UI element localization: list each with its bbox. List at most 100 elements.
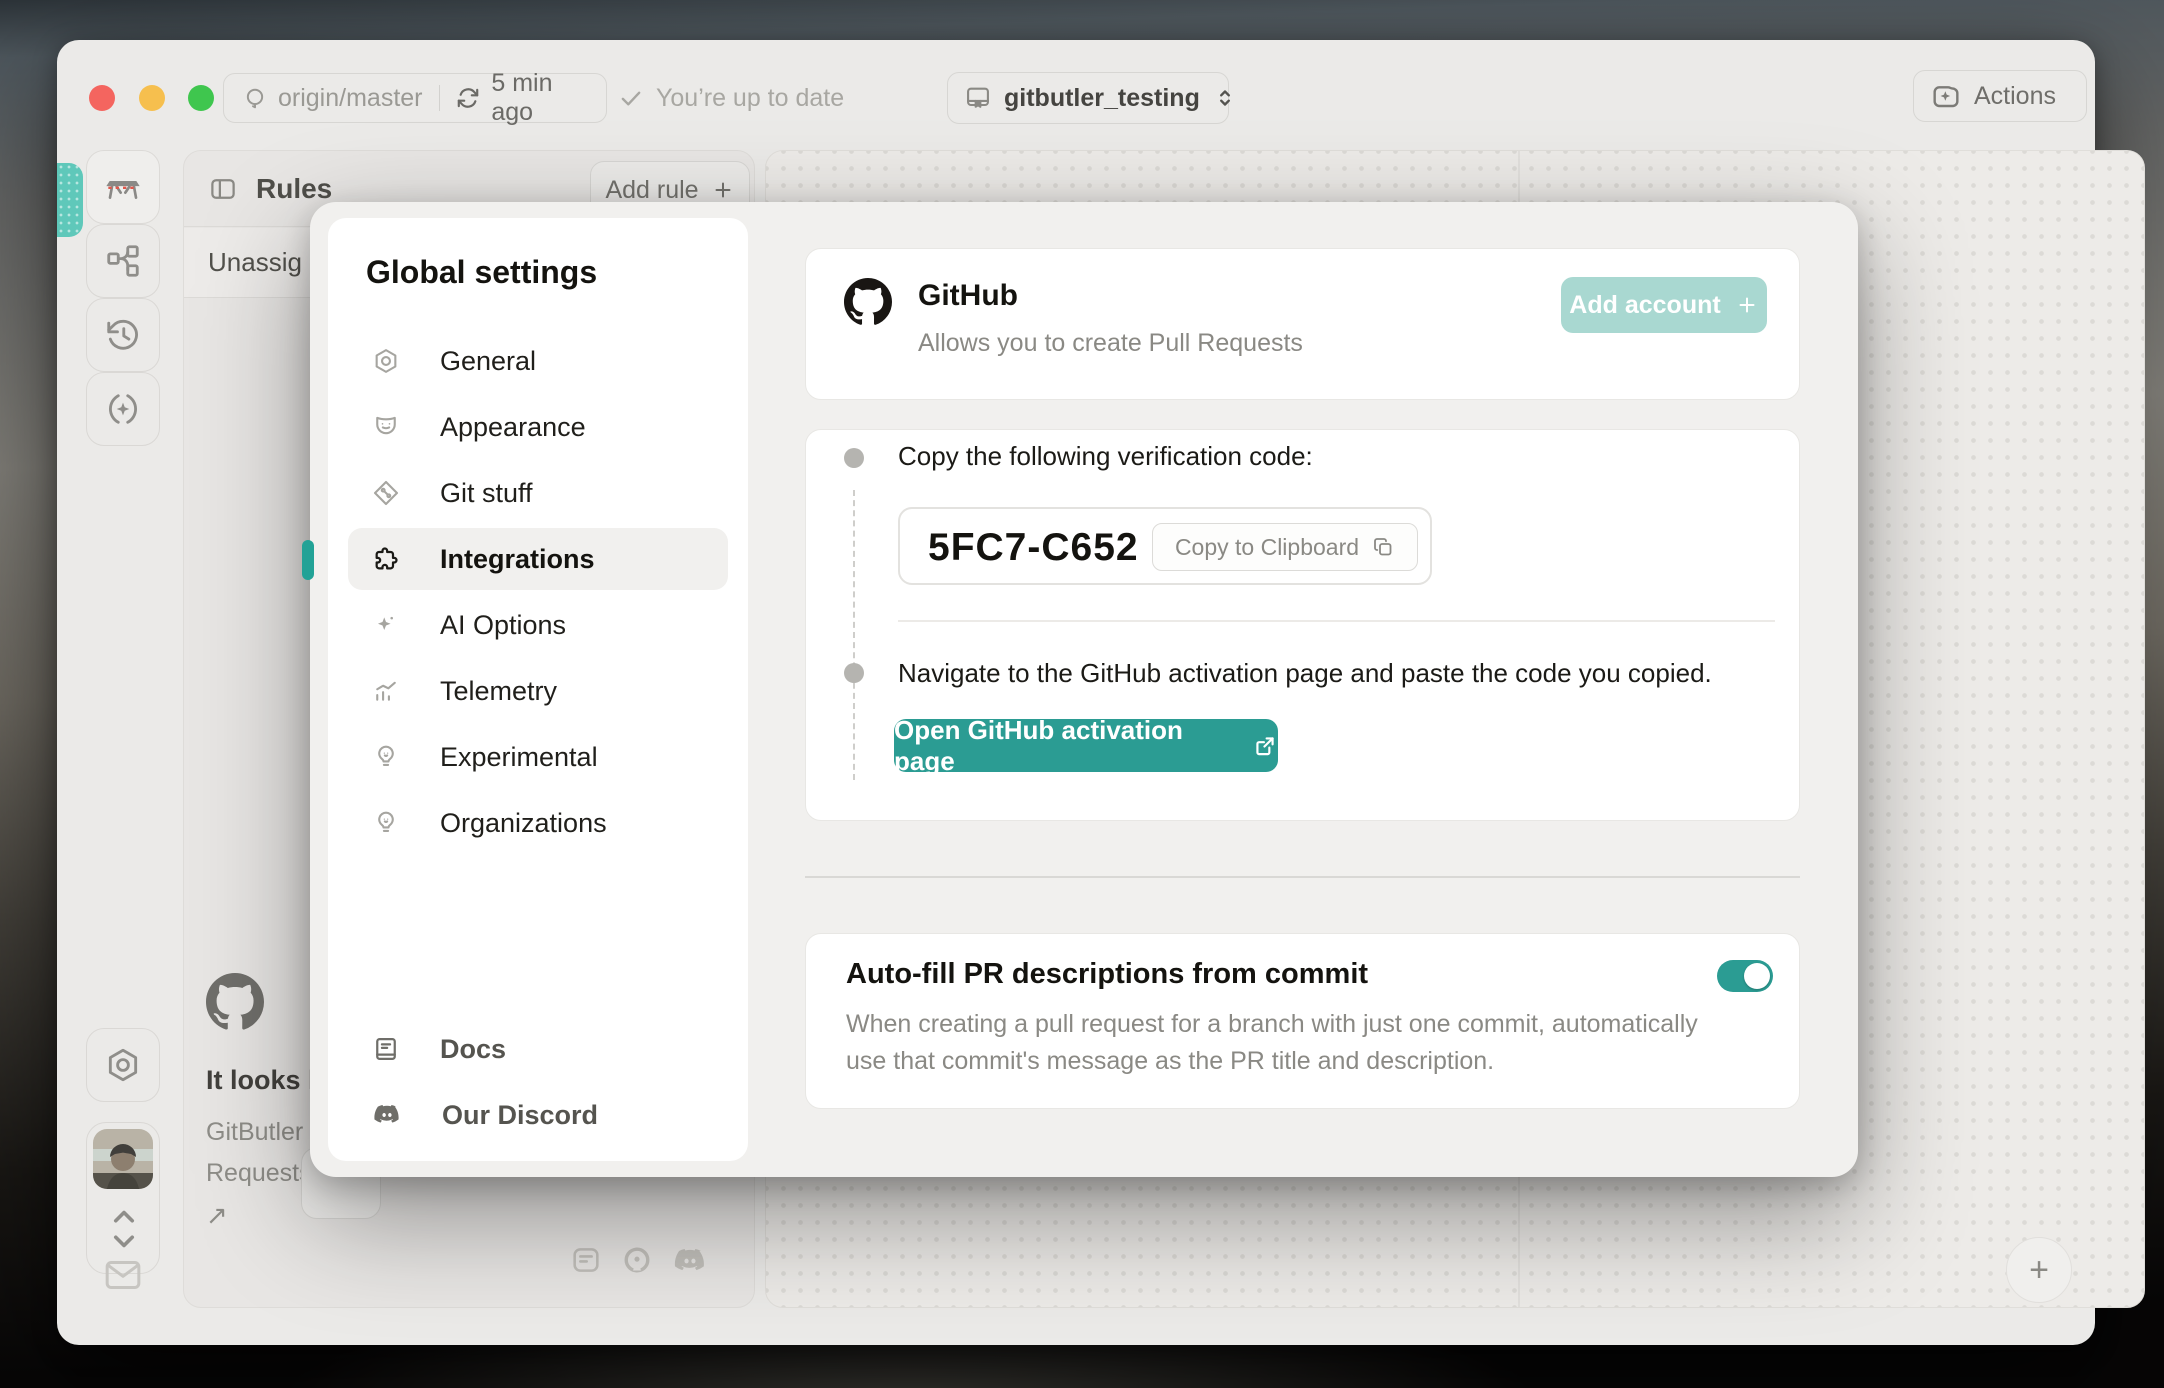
branch-drag-handle[interactable] <box>57 163 83 237</box>
menu-label: Appearance <box>440 412 586 443</box>
hexagon-nut-icon <box>372 347 400 375</box>
global-settings-modal: Global settings General Appearance Git s… <box>310 202 1858 1177</box>
github-activation-card: Copy the following verification code: 5F… <box>805 429 1800 821</box>
traffic-light-close[interactable] <box>89 85 115 111</box>
rail-history-button[interactable] <box>86 298 160 372</box>
github-card-title: GitHub <box>918 279 1018 313</box>
add-account-label: Add account <box>1569 291 1720 320</box>
github-integration-card: GitHub Allows you to create Pull Request… <box>805 248 1800 400</box>
branch-graph-icon <box>104 242 142 280</box>
branch-name: origin/master <box>278 84 423 113</box>
base-branch-button[interactable]: origin/master 5 min ago <box>223 73 607 123</box>
project-name: gitbutler_testing <box>1004 84 1200 113</box>
chevron-up-down-icon <box>1212 85 1238 111</box>
status-text: You’re up to date <box>656 84 844 113</box>
github-card-subtitle: Allows you to create Pull Requests <box>918 329 1303 358</box>
autofill-line1: When creating a pull request for a branc… <box>846 1006 1698 1043</box>
modal-title: Global settings <box>366 254 597 291</box>
copy-to-clipboard-button[interactable]: Copy to Clipboard <box>1152 523 1418 571</box>
menu-label: Telemetry <box>440 676 557 707</box>
mask-icon <box>372 413 400 441</box>
chart-icon <box>372 677 400 705</box>
menu-item-general[interactable]: General <box>348 330 728 392</box>
bulb-icon <box>372 809 400 837</box>
check-icon <box>618 85 644 111</box>
settings-menu-card: Global settings General Appearance Git s… <box>328 218 748 1161</box>
menu-item-git-stuff[interactable]: Git stuff <box>348 462 728 524</box>
ai-parentheses-sparkle-icon <box>104 390 142 428</box>
autofill-description: When creating a pull request for a branc… <box>846 1006 1698 1080</box>
panel-split-icon <box>208 174 238 204</box>
rail-ai-actions-button[interactable] <box>86 372 160 446</box>
feedback-mail-button[interactable] <box>103 1258 143 1292</box>
section-divider <box>805 876 1800 878</box>
traffic-light-minimize[interactable] <box>139 85 165 111</box>
news-icon[interactable] <box>569 1243 603 1277</box>
unassigned-label: Unassig <box>208 247 302 278</box>
menu-label: Experimental <box>440 742 598 773</box>
discord-icon <box>372 1100 402 1130</box>
open-source-icon[interactable] <box>620 1243 654 1277</box>
workbench-table-icon <box>103 167 143 207</box>
menu-item-discord[interactable]: Our Discord <box>348 1084 728 1146</box>
divider <box>439 85 440 111</box>
user-account-switcher[interactable] <box>86 1122 160 1274</box>
plus-icon: + <box>2029 1251 2049 1290</box>
card-divider <box>898 620 1775 622</box>
discord-icon[interactable] <box>672 1243 708 1279</box>
empty-state-title: It looks li <box>206 1065 323 1096</box>
toggle-knob <box>1744 963 1770 989</box>
menu-label: General <box>440 346 536 377</box>
menu-item-integrations[interactable]: Integrations <box>348 528 728 590</box>
git-diamond-icon <box>372 479 400 507</box>
menu-item-telemetry[interactable]: Telemetry <box>348 660 728 722</box>
menu-item-experimental[interactable]: Experimental <box>348 726 728 788</box>
empty-state-line1: GitButler <box>206 1118 323 1147</box>
github-octocat-icon <box>206 973 323 1031</box>
hexagon-nut-icon <box>104 1046 142 1084</box>
plus-icon <box>1735 293 1759 317</box>
step-bullet <box>844 448 864 468</box>
rail-branches-button[interactable] <box>86 224 160 298</box>
step-bullet <box>844 663 864 683</box>
verification-code-box: 5FC7-C652 Copy to Clipboard <box>898 507 1432 585</box>
actions-button[interactable]: Actions <box>1913 70 2087 122</box>
plus-icon <box>711 178 735 202</box>
avatar <box>93 1129 153 1189</box>
menu-item-appearance[interactable]: Appearance <box>348 396 728 458</box>
chevron-up-down-icon <box>104 1201 144 1257</box>
menu-item-ai-options[interactable]: AI Options <box>348 594 728 656</box>
menu-label: Docs <box>440 1034 506 1065</box>
github-octocat-icon <box>844 278 892 326</box>
project-icon <box>964 84 992 112</box>
add-rule-label: Add rule <box>605 176 698 205</box>
rail-workspace-button[interactable] <box>86 150 160 224</box>
history-clock-icon <box>104 316 142 354</box>
external-link-icon <box>1252 733 1278 759</box>
puzzle-icon <box>372 545 400 573</box>
traffic-light-zoom[interactable] <box>188 85 214 111</box>
add-branch-button[interactable]: + <box>2006 1237 2072 1303</box>
step-connector-line <box>853 490 855 780</box>
menu-label: Git stuff <box>440 478 533 509</box>
project-switcher[interactable]: gitbutler_testing <box>947 72 1229 124</box>
up-to-date-status: You’re up to date <box>618 73 844 123</box>
menu-label: AI Options <box>440 610 566 641</box>
bulb-icon <box>372 743 400 771</box>
copy-icon <box>1371 535 1395 559</box>
open-github-activation-button[interactable]: Open GitHub activation page <box>894 719 1278 772</box>
sync-time: 5 min ago <box>491 69 588 127</box>
autofill-toggle[interactable] <box>1717 960 1773 992</box>
actions-label: Actions <box>1974 82 2056 111</box>
menu-item-organizations[interactable]: Organizations <box>348 792 728 854</box>
copy-label: Copy to Clipboard <box>1175 534 1359 561</box>
desktop-wallpaper: origin/master 5 min ago You’re up to dat… <box>0 0 2164 1388</box>
verification-code: 5FC7-C652 <box>928 526 1139 570</box>
add-account-button[interactable]: Add account <box>1561 277 1767 333</box>
actions-sparkle-icon <box>1930 80 1962 112</box>
menu-item-docs[interactable]: Docs <box>348 1018 728 1080</box>
sparkle-icon <box>372 611 400 639</box>
autofill-line2: use that commit's message as the PR titl… <box>846 1043 1698 1080</box>
rail-settings-button[interactable] <box>86 1028 160 1102</box>
autofill-title: Auto-fill PR descriptions from commit <box>846 958 1368 991</box>
